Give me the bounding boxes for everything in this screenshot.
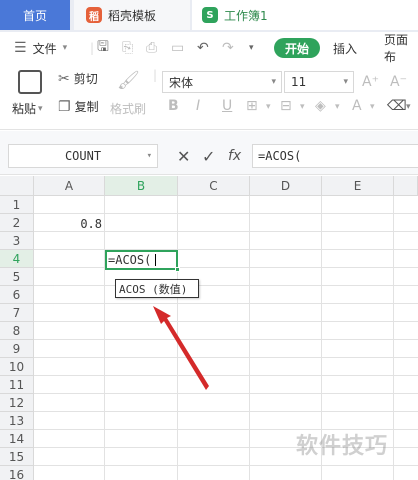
- spreadsheet-logo-icon: S: [202, 7, 218, 23]
- chevron-down-icon[interactable]: ▾: [300, 102, 305, 112]
- check-icon: ✓: [202, 146, 216, 166]
- chevron-down-icon[interactable]: ▾: [406, 102, 411, 112]
- copy-button[interactable]: ❐ 复制: [58, 98, 99, 115]
- format-painter-button[interactable]: 格式刷: [110, 100, 146, 117]
- font-size-value: 11: [291, 75, 307, 89]
- underline-button[interactable]: U: [222, 98, 232, 114]
- tab-page-layout[interactable]: 页面布: [384, 32, 418, 64]
- eraser-icon: ⌫: [387, 98, 407, 114]
- hamburger-icon: ☰: [14, 40, 27, 56]
- preview-icon: ▭: [171, 40, 185, 56]
- confirm-formula-button[interactable]: ✓: [202, 144, 215, 168]
- tab-daoke-label: 稻壳模板: [108, 8, 157, 23]
- chevron-down-icon: ▾: [62, 43, 68, 53]
- chevron-down-icon: ▾: [343, 77, 348, 87]
- font-color-icon: A: [352, 98, 362, 114]
- quick-access-more[interactable]: ▾: [249, 32, 254, 64]
- italic-button[interactable]: I: [196, 98, 200, 114]
- undo-button[interactable]: ↶: [197, 32, 209, 64]
- paste-icon[interactable]: [18, 70, 42, 94]
- export-icon: ⎘: [122, 40, 134, 56]
- tab-home-label: 首页: [22, 8, 47, 23]
- tab-daoke[interactable]: 稻 稻壳模板: [74, 0, 190, 30]
- chevron-down-icon: ▾: [146, 151, 152, 161]
- chevron-down-icon[interactable]: ▾: [335, 102, 340, 112]
- redo-icon: ↷: [222, 40, 234, 56]
- formula-input[interactable]: =ACOS(: [252, 144, 418, 168]
- font-size-select[interactable]: 11 ▾: [284, 71, 354, 93]
- merge-icon: ⊟: [280, 98, 292, 114]
- chevron-down-icon[interactable]: ▾: [266, 102, 271, 112]
- increase-font-button[interactable]: A⁺: [362, 74, 379, 90]
- fill-color-button[interactable]: ◈: [315, 98, 326, 114]
- daoke-logo-icon: 稻: [86, 7, 102, 23]
- menu-row: ☰ 文件 ▾ | 🖫 ⎘ ⎙ ▭ ↶ ↷ ▾ 开始 插入 页面布: [0, 32, 418, 64]
- bold-button[interactable]: B: [168, 98, 179, 114]
- tab-home[interactable]: 首页: [0, 0, 70, 30]
- font-name-value: 宋体: [169, 75, 194, 90]
- decrease-font-button[interactable]: A⁻: [390, 74, 407, 90]
- tab-start[interactable]: 开始: [274, 38, 320, 58]
- save-button[interactable]: 🖫: [97, 32, 109, 64]
- format-painter-icon[interactable]: 🖌: [117, 70, 140, 91]
- fill-bucket-icon: ◈: [315, 98, 326, 114]
- insert-function-button[interactable]: fx: [228, 144, 241, 168]
- cut-label: 剪切: [73, 72, 98, 86]
- tab-workbook-label: 工作簿1: [224, 8, 268, 23]
- print-preview-button[interactable]: ▭: [171, 32, 184, 64]
- chevron-down-icon: ▾: [249, 43, 254, 53]
- watermark: 软件技巧: [296, 434, 389, 459]
- chevron-down-icon: ▾: [38, 103, 43, 114]
- close-icon: ✕: [177, 146, 191, 166]
- border-icon: ⊞: [246, 98, 258, 114]
- copy-label: 复制: [74, 100, 99, 114]
- file-menu-label: 文件: [32, 41, 57, 56]
- file-menu[interactable]: ☰ 文件 ▾: [14, 32, 67, 64]
- divider: |: [90, 41, 95, 55]
- tab-insert[interactable]: 插入: [333, 32, 357, 64]
- formula-bar: COUNT ▾ ✕ ✓ fx =ACOS(: [0, 131, 418, 175]
- name-box-value: COUNT: [64, 149, 102, 163]
- ribbon: 粘贴 ▾ ✂ 剪切 ❐ 复制 🖌 格式刷 | 宋体 ▾ 11 ▾ A⁺ A⁻ B…: [0, 64, 418, 130]
- paste-button[interactable]: 粘贴 ▾: [12, 100, 43, 117]
- font-color-button[interactable]: A: [352, 98, 362, 114]
- clear-button[interactable]: ⌫: [387, 98, 407, 114]
- undo-icon: ↶: [197, 40, 209, 56]
- chevron-down-icon[interactable]: ▾: [370, 102, 375, 112]
- print-icon: ⎙: [146, 40, 158, 56]
- copy-icon: ❐: [58, 98, 71, 115]
- redo-button[interactable]: ↷: [222, 32, 234, 64]
- tab-workbook[interactable]: S 工作簿1: [192, 0, 418, 30]
- cancel-formula-button[interactable]: ✕: [177, 144, 190, 168]
- cut-button[interactable]: ✂ 剪切: [58, 70, 98, 87]
- name-box[interactable]: COUNT ▾: [8, 144, 158, 168]
- red-arrow-icon: [153, 306, 209, 390]
- font-name-select[interactable]: 宋体 ▾: [162, 71, 282, 93]
- save-icon: 🖫: [97, 39, 109, 55]
- tab-bar: 首页 稻 稻壳模板 S 工作簿1: [0, 0, 418, 32]
- scissors-icon: ✂: [58, 70, 70, 87]
- divider: |: [153, 68, 158, 82]
- chevron-down-icon: ▾: [271, 77, 276, 87]
- export-pdf-button[interactable]: ⎘: [122, 32, 133, 64]
- print-button[interactable]: ⎙: [146, 32, 157, 64]
- border-button[interactable]: ⊞: [246, 98, 258, 114]
- paste-label: 粘贴: [12, 102, 37, 116]
- merge-button[interactable]: ⊟: [280, 98, 292, 114]
